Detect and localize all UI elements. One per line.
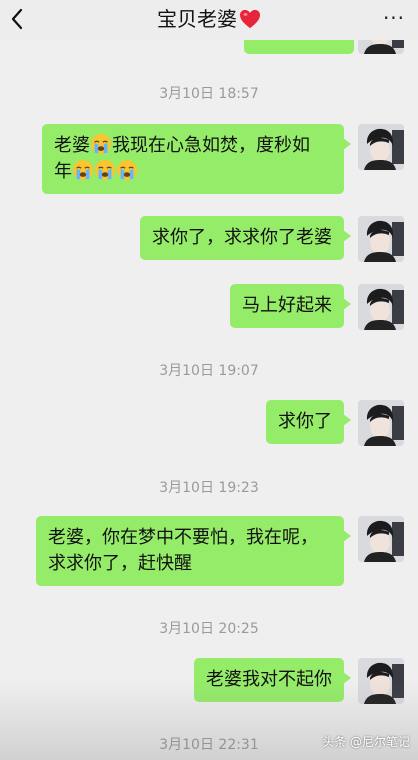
more-options-button[interactable]: ··· <box>380 6 408 32</box>
timestamp: 3月10日 19:23 <box>159 480 259 496</box>
message-row: 老婆，你在梦中不要怕，我在呢， 求求你了，赶快醒 <box>36 516 404 586</box>
my-avatar[interactable] <box>358 124 404 170</box>
sent-message-bubble[interactable]: 求你了，求求你了老婆 <box>140 216 351 260</box>
sent-message-bubble[interactable]: 求你了 <box>266 400 351 444</box>
contact-name: 宝贝老婆 <box>157 7 237 31</box>
message-text-line2: 年 <box>54 161 72 182</box>
chat-header: 宝贝老婆 ··· <box>0 0 418 40</box>
sent-message-bubble[interactable]: 老婆 我现在心急如焚，度秒如 年 <box>42 124 351 194</box>
my-avatar[interactable] <box>358 400 404 446</box>
my-avatar[interactable] <box>358 284 404 330</box>
my-avatar[interactable] <box>358 516 404 562</box>
timestamp: 3月10日 18:57 <box>159 86 259 102</box>
timestamp: 3月10日 20:25 <box>159 621 259 637</box>
message-row: 求你了 <box>266 400 404 446</box>
chat-title: 宝贝老婆 <box>0 6 418 32</box>
crying-face-emoji-icon <box>116 159 138 181</box>
my-avatar[interactable] <box>358 658 404 704</box>
watermark: 头条 @尼尔笔记 <box>322 735 410 749</box>
sent-message-bubble[interactable]: 老婆，你在梦中不要怕，我在呢， 求求你了，赶快醒 <box>36 516 351 586</box>
crying-face-emoji-icon <box>90 133 112 155</box>
timestamp: 3月10日 19:07 <box>159 363 259 379</box>
crying-face-emoji-icon <box>72 159 94 181</box>
sent-message-bubble[interactable]: 老婆我对不起你 <box>194 658 351 702</box>
crying-face-emoji-icon <box>94 159 116 181</box>
message-row: 马上好起来 <box>230 284 404 330</box>
my-avatar[interactable] <box>358 216 404 262</box>
sent-message-bubble[interactable]: 马上好起来 <box>230 284 351 328</box>
message-text: 老婆我对不起你 <box>206 669 332 690</box>
message-text: 老婆，你在梦中不要怕，我在呢， <box>48 527 318 548</box>
message-text: 求你了 <box>278 411 332 432</box>
message-text: 马上好起来 <box>242 295 332 316</box>
message-row: 老婆我对不起你 <box>194 658 404 704</box>
message-text: 求你了，求求你了老婆 <box>152 227 332 248</box>
message-text: 老婆 <box>54 135 90 156</box>
message-row: 老婆 我现在心急如焚，度秒如 年 <box>42 124 404 194</box>
message-text-continued: 我现在心急如焚，度秒如 <box>112 135 310 156</box>
message-row: 求你了，求求你了老婆 <box>140 216 404 262</box>
message-text-line2: 求求你了，赶快醒 <box>48 553 192 574</box>
red-heart-icon <box>240 9 260 29</box>
